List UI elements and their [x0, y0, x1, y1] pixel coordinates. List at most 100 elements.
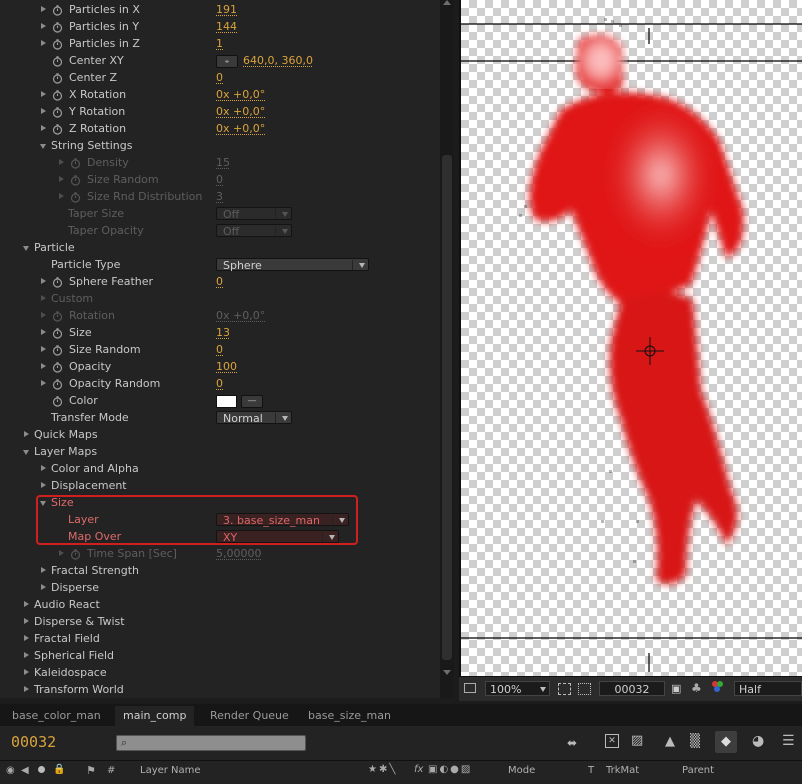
- tab-render-queue[interactable]: Render Queue: [202, 706, 297, 726]
- effect-value[interactable]: 100: [216, 358, 237, 375]
- effect-value[interactable]: 0x +0,0°: [216, 307, 265, 324]
- twirl-closed-icon[interactable]: [22, 426, 32, 443]
- twirl-closed-icon[interactable]: [39, 18, 49, 35]
- solo-icon[interactable]: [38, 766, 45, 773]
- effect-value[interactable]: 640,0, 360,0: [243, 52, 313, 69]
- tab-base-color-man[interactable]: base_color_man: [4, 706, 109, 726]
- resolution-dropdown[interactable]: Half: [734, 681, 802, 696]
- stopwatch-icon[interactable]: [52, 55, 63, 66]
- effect-dropdown[interactable]: Sphere: [216, 258, 369, 271]
- effect-value[interactable]: 5,00000: [216, 545, 262, 562]
- twirl-closed-icon[interactable]: [39, 273, 49, 290]
- tab-base-size-man[interactable]: base_size_man: [300, 706, 399, 726]
- twirl-closed-icon[interactable]: [22, 613, 32, 630]
- draft-3d-icon[interactable]: ✕: [605, 734, 619, 748]
- effect-value[interactable]: 1: [216, 35, 223, 52]
- effect-value[interactable]: 3: [216, 188, 223, 205]
- effect-value[interactable]: 191: [216, 1, 237, 18]
- lock-icon[interactable]: 🔒: [53, 764, 65, 775]
- twirl-closed-icon[interactable]: [57, 171, 67, 188]
- scrollbar-thumb[interactable]: [442, 155, 452, 660]
- twirl-closed-icon[interactable]: [22, 630, 32, 647]
- stopwatch-icon[interactable]: [52, 395, 63, 406]
- zoom-dropdown[interactable]: 100%: [485, 681, 550, 696]
- effect-value[interactable]: 0: [216, 341, 223, 358]
- graph-editor-icon[interactable]: ☰: [782, 733, 795, 749]
- eyedropper-icon[interactable]: —: [241, 395, 263, 408]
- twirl-open-icon[interactable]: [22, 443, 32, 460]
- twirl-closed-icon[interactable]: [57, 545, 67, 562]
- stopwatch-icon[interactable]: [52, 327, 63, 338]
- twirl-closed-icon[interactable]: [39, 358, 49, 375]
- effect-value[interactable]: 0x +0,0°: [216, 103, 265, 120]
- effect-value[interactable]: 0: [216, 375, 223, 392]
- show-channel-icon[interactable]: ♣: [691, 681, 702, 695]
- stopwatch-icon[interactable]: [52, 72, 63, 83]
- twirl-closed-icon[interactable]: [39, 120, 49, 137]
- effect-value[interactable]: 13: [216, 324, 230, 341]
- effect-value[interactable]: 0: [216, 273, 223, 290]
- color-swatch[interactable]: [216, 395, 237, 408]
- twirl-closed-icon[interactable]: [39, 562, 49, 579]
- current-time-display[interactable]: 00032: [11, 733, 56, 751]
- comp-mini-flowchart-icon[interactable]: ⬌: [567, 736, 577, 750]
- stopwatch-icon[interactable]: [70, 174, 81, 185]
- twirl-open-icon[interactable]: [39, 137, 49, 154]
- stopwatch-icon[interactable]: [52, 106, 63, 117]
- effect-dropdown[interactable]: Off: [216, 207, 292, 220]
- twirl-closed-icon[interactable]: [39, 324, 49, 341]
- effect-dropdown[interactable]: Off: [216, 224, 292, 237]
- tab-main-comp[interactable]: main_comp: [115, 706, 194, 726]
- stopwatch-icon[interactable]: [52, 361, 63, 372]
- stopwatch-icon[interactable]: [70, 157, 81, 168]
- header-trkmat[interactable]: TrkMat: [606, 765, 639, 776]
- header-layer-name[interactable]: Layer Name: [140, 765, 201, 776]
- video-eye-icon[interactable]: ◉: [6, 765, 15, 776]
- effect-value[interactable]: 0x +0,0°: [216, 120, 265, 137]
- header-parent[interactable]: Parent: [682, 765, 714, 776]
- twirl-closed-icon[interactable]: [39, 341, 49, 358]
- twirl-closed-icon[interactable]: [39, 35, 49, 52]
- twirl-closed-icon[interactable]: [22, 681, 32, 698]
- auto-keyframe-icon[interactable]: ◕: [752, 733, 764, 749]
- stopwatch-icon[interactable]: [70, 548, 81, 559]
- region-of-interest-icon[interactable]: [558, 683, 571, 695]
- twirl-closed-icon[interactable]: [39, 290, 49, 307]
- twirl-closed-icon[interactable]: [39, 460, 49, 477]
- hide-shy-layers-icon[interactable]: ▨: [631, 733, 643, 748]
- always-preview-icon[interactable]: [464, 683, 476, 693]
- effect-value[interactable]: 0: [216, 69, 223, 86]
- viewer-timecode[interactable]: 00032: [599, 681, 665, 696]
- scroll-down-arrow-icon[interactable]: [443, 670, 451, 675]
- stopwatch-icon[interactable]: [52, 38, 63, 49]
- twirl-closed-icon[interactable]: [39, 86, 49, 103]
- effects-scrollbar[interactable]: [440, 0, 454, 698]
- twirl-closed-icon[interactable]: [39, 579, 49, 596]
- effect-value[interactable]: 15: [216, 154, 230, 171]
- frame-blending-icon[interactable]: ▲: [665, 734, 675, 749]
- motion-blur-icon[interactable]: ▒: [690, 734, 700, 749]
- twirl-closed-icon[interactable]: [57, 188, 67, 205]
- stopwatch-icon[interactable]: [52, 276, 63, 287]
- composition-viewer[interactable]: [459, 0, 802, 676]
- twirl-closed-icon[interactable]: [39, 1, 49, 18]
- effect-value[interactable]: 0x +0,0°: [216, 86, 265, 103]
- twirl-closed-icon[interactable]: [39, 103, 49, 120]
- twirl-closed-icon[interactable]: [39, 375, 49, 392]
- effect-value[interactable]: 144: [216, 18, 237, 35]
- twirl-closed-icon[interactable]: [22, 647, 32, 664]
- audio-icon[interactable]: ◀: [21, 765, 29, 776]
- stopwatch-icon[interactable]: [52, 21, 63, 32]
- point-target-icon[interactable]: ⌖: [216, 55, 238, 68]
- stopwatch-icon[interactable]: [52, 344, 63, 355]
- label-icon[interactable]: ⚑: [86, 764, 96, 777]
- twirl-closed-icon[interactable]: [57, 154, 67, 171]
- snapshot-camera-icon[interactable]: ▣: [671, 682, 681, 695]
- twirl-closed-icon[interactable]: [39, 307, 49, 324]
- twirl-closed-icon[interactable]: [22, 664, 32, 681]
- scroll-up-arrow-icon[interactable]: [443, 0, 451, 5]
- header-mode[interactable]: Mode: [508, 765, 535, 776]
- twirl-closed-icon[interactable]: [22, 596, 32, 613]
- stopwatch-icon[interactable]: [52, 378, 63, 389]
- stopwatch-icon[interactable]: [52, 310, 63, 321]
